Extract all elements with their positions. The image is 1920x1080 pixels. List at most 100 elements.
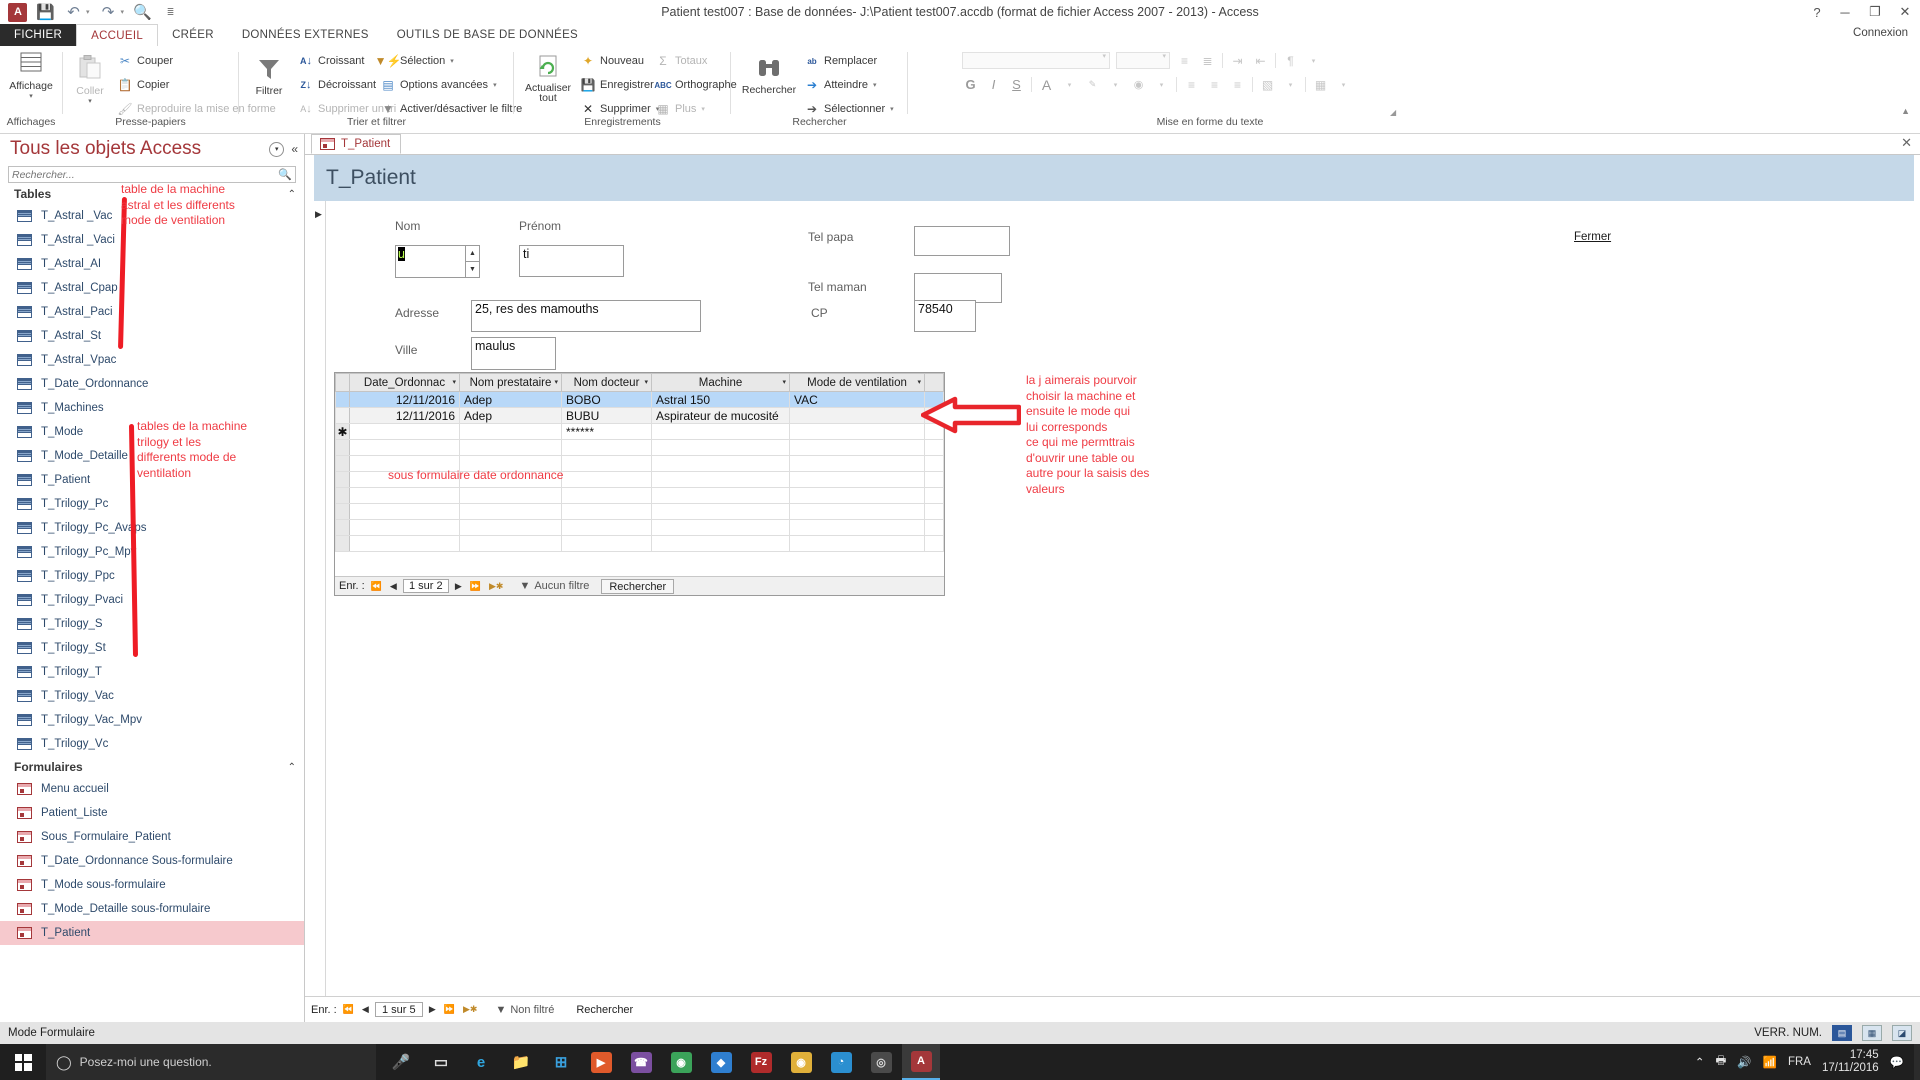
date-ordonnance-subform[interactable]: Date_Ordonnac ▾ Nom prestataire ▾ Nom docteu… (334, 372, 945, 596)
text-direction-caret-icon[interactable]: ▾ (1305, 52, 1322, 69)
datasheet-column-header[interactable]: Mode de ventilation ▾ (789, 373, 925, 392)
fill-color-caret-icon[interactable]: ▾ (1153, 76, 1170, 93)
align-left-icon[interactable]: ≡ (1183, 76, 1200, 93)
atteindre-button[interactable]: ➔ Atteindre ▾ (804, 75, 894, 95)
nav-item-table[interactable]: T_Astral_Cpap (0, 276, 304, 300)
viber-icon[interactable]: ☎ (622, 1044, 660, 1080)
nom-value-wrap[interactable]: u (396, 246, 465, 277)
redo-icon[interactable]: ↷ (99, 3, 118, 22)
selectionner-caret-icon[interactable]: ▾ (890, 105, 894, 113)
nav-item-form[interactable]: T_Date_Ordonnance Sous-formulaire (0, 849, 304, 873)
row-selector[interactable] (335, 391, 350, 408)
nav-item-form[interactable]: T_Patient (0, 921, 304, 945)
subform-new-record-icon[interactable]: ▶✱ (487, 581, 505, 592)
highlight-caret-icon[interactable]: ▾ (1107, 76, 1124, 93)
store-icon[interactable]: ⊞ (542, 1044, 580, 1080)
tray-clock[interactable]: 17:45 17/11/2016 (1822, 1049, 1879, 1075)
nav-item-table[interactable]: T_Astral_Vpac (0, 348, 304, 372)
actualiser-tout-button[interactable]: Actualiser tout (519, 50, 577, 103)
tab-creer[interactable]: CRÉER (158, 24, 228, 46)
cortana-mic-icon[interactable]: 🎤 (382, 1044, 420, 1080)
filezilla-icon[interactable]: Fz (742, 1044, 780, 1080)
datasheet-cell[interactable]: Adep (459, 407, 562, 424)
font-name-combo[interactable] (962, 52, 1110, 69)
decrease-indent-icon[interactable]: ⇤ (1252, 52, 1269, 69)
start-button[interactable] (0, 1044, 46, 1080)
gridlines-caret-icon[interactable]: ▾ (1282, 76, 1299, 93)
form-new-record-icon[interactable]: ▶✱ (461, 1004, 479, 1015)
nav-item-form[interactable]: Sous_Formulaire_Patient (0, 825, 304, 849)
camera-icon[interactable]: ◎ (862, 1044, 900, 1080)
tab-donnees-externes[interactable]: DONNÉES EXTERNES (228, 24, 383, 46)
nav-item-table[interactable]: T_Trilogy_Vac (0, 684, 304, 708)
cortana-search-box[interactable]: ◯ Posez-moi une question. (46, 1044, 376, 1080)
minimize-icon[interactable]: ─ (1830, 0, 1860, 24)
datasheet-row[interactable]: 12/11/2016 Adep BUBU Aspirateur de mucosité (335, 407, 944, 424)
customize-qat-icon[interactable]: ≣ (161, 3, 180, 22)
nav-item-table[interactable]: T_Trilogy_Pc (0, 492, 304, 516)
font-size-combo[interactable] (1116, 52, 1170, 69)
form-search-button[interactable]: Rechercher (568, 1004, 641, 1016)
affichage-button[interactable]: Affichage ▾ (3, 46, 59, 100)
navigation-search-box[interactable]: 🔍 (8, 166, 296, 183)
task-view-icon[interactable]: ▭ (422, 1044, 460, 1080)
restore-icon[interactable]: ❐ (1860, 0, 1890, 24)
fill-color-icon[interactable]: ◉ (1130, 76, 1147, 93)
nav-item-table[interactable]: T_Astral_AI (0, 252, 304, 276)
datasheet-cell[interactable] (789, 407, 925, 424)
tray-expand-icon[interactable]: ⌃ (1695, 1055, 1705, 1069)
tab-outils-base-de-donnees[interactable]: OUTILS DE BASE DE DONNÉES (383, 24, 592, 46)
nav-item-form[interactable]: T_Mode sous-formulaire (0, 873, 304, 897)
edge-icon[interactable]: e (462, 1044, 500, 1080)
atteindre-caret-icon[interactable]: ▾ (873, 81, 877, 89)
nav-item-table[interactable]: T_Astral _Vaci (0, 228, 304, 252)
datasheet-select-all[interactable] (335, 373, 350, 392)
design-view-button[interactable]: ◪ (1892, 1025, 1912, 1041)
tray-language[interactable]: FRA (1788, 1056, 1811, 1068)
form-record-position[interactable]: 1 sur 5 (374, 1002, 423, 1017)
datasheet-cell[interactable]: VAC (789, 391, 925, 408)
nav-item-table[interactable]: T_Astral_St (0, 324, 304, 348)
media-player-icon[interactable]: ▶ (582, 1044, 620, 1080)
undo-icon[interactable]: ↶ (64, 3, 83, 22)
tray-printer-icon[interactable]: 🖶 (1715, 1053, 1726, 1072)
form-filter-label[interactable]: Non filtré (510, 1004, 554, 1016)
datasheet-cell[interactable] (459, 423, 562, 440)
tab-accueil[interactable]: ACCUEIL (76, 24, 159, 46)
clock-app-icon[interactable]: ◔ (822, 1044, 860, 1080)
nav-item-table[interactable]: T_Date_Ordonnance (0, 372, 304, 396)
datasheet-cell[interactable] (651, 423, 790, 440)
show-desktop-button[interactable] (1914, 1044, 1920, 1080)
nav-item-table[interactable]: T_Astral_Paci (0, 300, 304, 324)
datasheet-cell[interactable]: Astral 150 (651, 391, 790, 408)
navigation-pane-menu-icon[interactable]: ▾ (269, 141, 285, 157)
collapse-navigation-pane-icon[interactable]: « (291, 142, 298, 156)
nav-item-table[interactable]: T_Trilogy_Vc (0, 732, 304, 756)
form-first-record-icon[interactable]: ⏪ (341, 1004, 356, 1015)
datasheet-cell[interactable]: BUBU (561, 407, 652, 424)
subform-last-record-icon[interactable]: ⏩ (468, 581, 483, 592)
datasheet-cell[interactable] (349, 423, 460, 440)
access-taskbar-icon[interactable]: A (902, 1044, 940, 1080)
options-avancees-caret-icon[interactable]: ▾ (493, 81, 497, 89)
datasheet-cell[interactable]: 12/11/2016 (349, 391, 460, 408)
selection-button[interactable]: ▼⚡ Sélection ▾ (375, 51, 522, 71)
cp-field[interactable]: 78540 (914, 300, 976, 332)
form-next-record-icon[interactable]: ▶ (427, 1004, 438, 1015)
adresse-field[interactable]: 25, res des mamouths (471, 300, 701, 332)
redo-dropdown-icon[interactable]: ▾ (121, 8, 125, 16)
undo-dropdown-icon[interactable]: ▾ (86, 8, 90, 16)
record-selector-column[interactable]: ▶ (314, 201, 326, 996)
bold-button[interactable]: G (962, 76, 979, 93)
search-input[interactable] (12, 168, 292, 181)
subform-record-position[interactable]: 1 sur 2 (402, 579, 449, 593)
subform-search-button[interactable]: Rechercher (601, 578, 675, 594)
datasheet-view-button[interactable]: ▦ (1862, 1025, 1882, 1041)
tab-fichier[interactable]: FICHIER (0, 24, 77, 46)
nav-item-table[interactable]: T_Trilogy_Pvaci (0, 588, 304, 612)
highlight-icon[interactable]: ✎ (1084, 76, 1101, 93)
coller-button[interactable]: Coller ▾ (67, 50, 113, 105)
nav-item-table[interactable]: T_Trilogy_S (0, 612, 304, 636)
bullet-list-icon[interactable]: ≡ (1176, 52, 1193, 69)
search-icon[interactable]: 🔍 (278, 168, 292, 181)
